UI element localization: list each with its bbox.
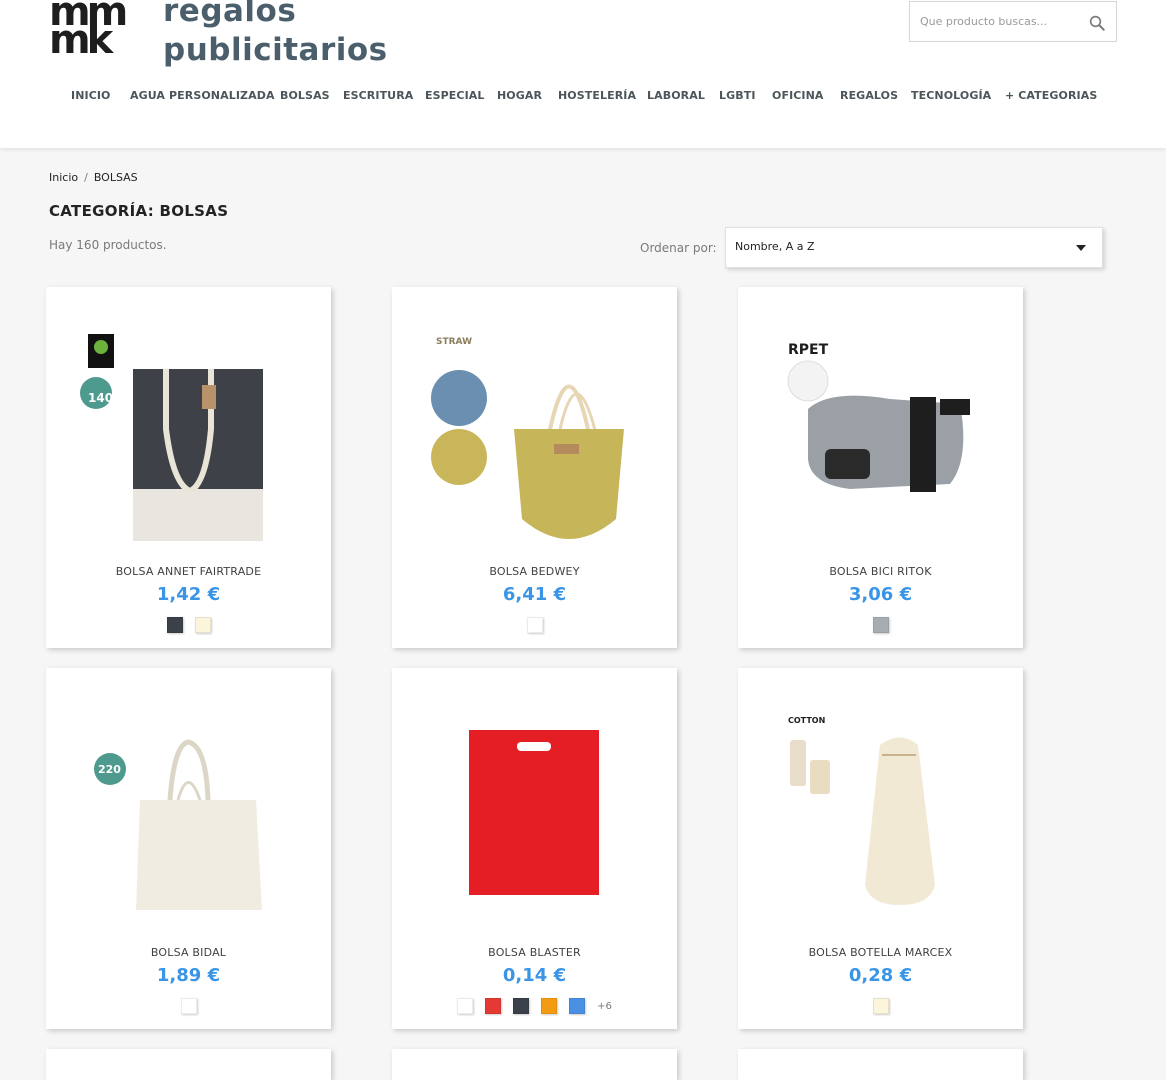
color-swatches [738,617,1023,633]
product-image[interactable]: 220 [78,690,299,940]
color-swatches [738,998,1023,1014]
product-price: 1,42 € [156,584,221,605]
label-tag: COTTON [788,716,825,725]
nav-item-bolsas[interactable]: BOLSAS [280,89,330,102]
nav-item-oficina[interactable]: OFICINA [772,89,824,102]
sort-label: Ordenar por: [640,241,717,255]
product-image[interactable]: COTTON [770,690,991,940]
logo-line1: regalos [163,0,297,29]
nav-item-especial[interactable]: ESPECIAL [425,89,485,102]
more-colors-link[interactable]: +6 [597,1001,612,1012]
page-title: CATEGORÍA: BOLSAS [49,202,229,220]
swatch[interactable] [872,617,889,633]
breadcrumb: Inicio / BOLSAS [49,171,138,184]
nav-item-hogar[interactable]: HOGAR [497,89,542,102]
product-card[interactable]: STRAW BOLSA BEDWEY 6,41 € [392,287,677,648]
nav-item-inicio[interactable]: INICIO [71,89,111,102]
product-price: 0,28 € [848,965,913,986]
product-price: 3,06 € [848,584,913,605]
product-card[interactable]: 140 BOLSA ANNET FAIRTRADE 1,42 € [46,287,331,648]
product-name[interactable]: BOLSA BOTELLA MARCEX [738,946,1023,959]
product-card[interactable]: COTTON BOLSA BOTELLA MARCEX 0,28 € [738,668,1023,1029]
color-swatches: +6 [392,998,677,1014]
product-card[interactable] [738,1049,1023,1080]
badge-text: 140 [88,391,113,405]
product-name[interactable]: BOLSA ANNET FAIRTRADE [46,565,331,578]
product-price: 6,41 € [502,584,567,605]
product-image[interactable]: 140 [78,309,299,559]
nav-item-laboral[interactable]: LABORAL [647,89,705,102]
swatch[interactable] [541,998,558,1014]
label-tag: RPET [788,342,829,358]
product-name[interactable]: BOLSA BIDAL [46,946,331,959]
product-price: 0,14 € [502,965,567,986]
product-name[interactable]: BOLSA BICI RITOK [738,565,1023,578]
breadcrumb-current: BOLSAS [93,171,138,184]
product-count: Hay 160 productos. [49,238,167,252]
swatch[interactable] [872,998,889,1014]
breadcrumb-separator: / [84,171,88,184]
swatch[interactable] [194,617,211,633]
swatch[interactable] [166,617,183,633]
product-price: 1,89 € [156,965,221,986]
product-image[interactable] [424,690,645,940]
color-swatches [46,998,331,1014]
product-card[interactable]: 220 BOLSA BIDAL 1,89 € [46,668,331,1029]
caret-down-icon [1076,245,1086,251]
product-card[interactable]: BOLSA BLASTER 0,14 € +6 [392,668,677,1029]
product-name[interactable]: BOLSA BEDWEY [392,565,677,578]
product-name[interactable]: BOLSA BLASTER [392,946,677,959]
nav-item-mas-categorias[interactable]: + CATEGORIAS [1005,89,1097,102]
swatch[interactable] [569,998,586,1014]
nav-item-lgbti[interactable]: LGBTI [719,89,756,102]
product-card[interactable] [392,1049,677,1080]
logo-text: regalos publicitarios [163,0,388,70]
product-card[interactable]: RPET BOLSA BICI RITOK 3,06 € [738,287,1023,648]
color-swatches [46,617,331,633]
logo-line2: publicitarios [163,32,388,68]
logo-mark: mm mk [49,0,149,62]
swatch[interactable] [180,998,197,1014]
site-header: mm mk regalos publicitarios INICIO AGUA … [0,0,1166,148]
swatch[interactable] [526,617,543,633]
nav-item-regalos[interactable]: REGALOS [840,89,898,102]
swatch[interactable] [485,998,502,1014]
nav-item-tecnologia[interactable]: TECNOLOGÍA [911,89,991,102]
label-tag: STRAW [436,337,472,347]
nav-item-escritura[interactable]: ESCRITURA [343,89,413,102]
main-nav: INICIO AGUA PERSONALIZADA BOLSAS ESCRITU… [0,89,1166,109]
search-box [909,1,1117,42]
search-icon[interactable] [1088,14,1106,32]
product-card[interactable] [46,1049,331,1080]
sort-select[interactable]: Nombre, A a Z [725,227,1103,268]
sort-value: Nombre, A a Z [735,240,815,253]
badge-text: 220 [98,763,121,776]
swatch[interactable] [457,998,474,1014]
swatch[interactable] [513,998,530,1014]
color-swatches [392,617,677,633]
breadcrumb-home[interactable]: Inicio [49,171,78,184]
logo-mark-bottom: mk [49,17,113,63]
nav-item-agua-personalizada[interactable]: AGUA PERSONALIZADA [130,89,275,102]
search-input[interactable] [910,2,1085,41]
product-image[interactable]: RPET [770,309,991,559]
site-logo[interactable]: mm mk regalos publicitarios [49,0,388,70]
product-image[interactable]: STRAW [424,309,645,559]
nav-item-hosteleria[interactable]: HOSTELERÍA [558,89,636,102]
